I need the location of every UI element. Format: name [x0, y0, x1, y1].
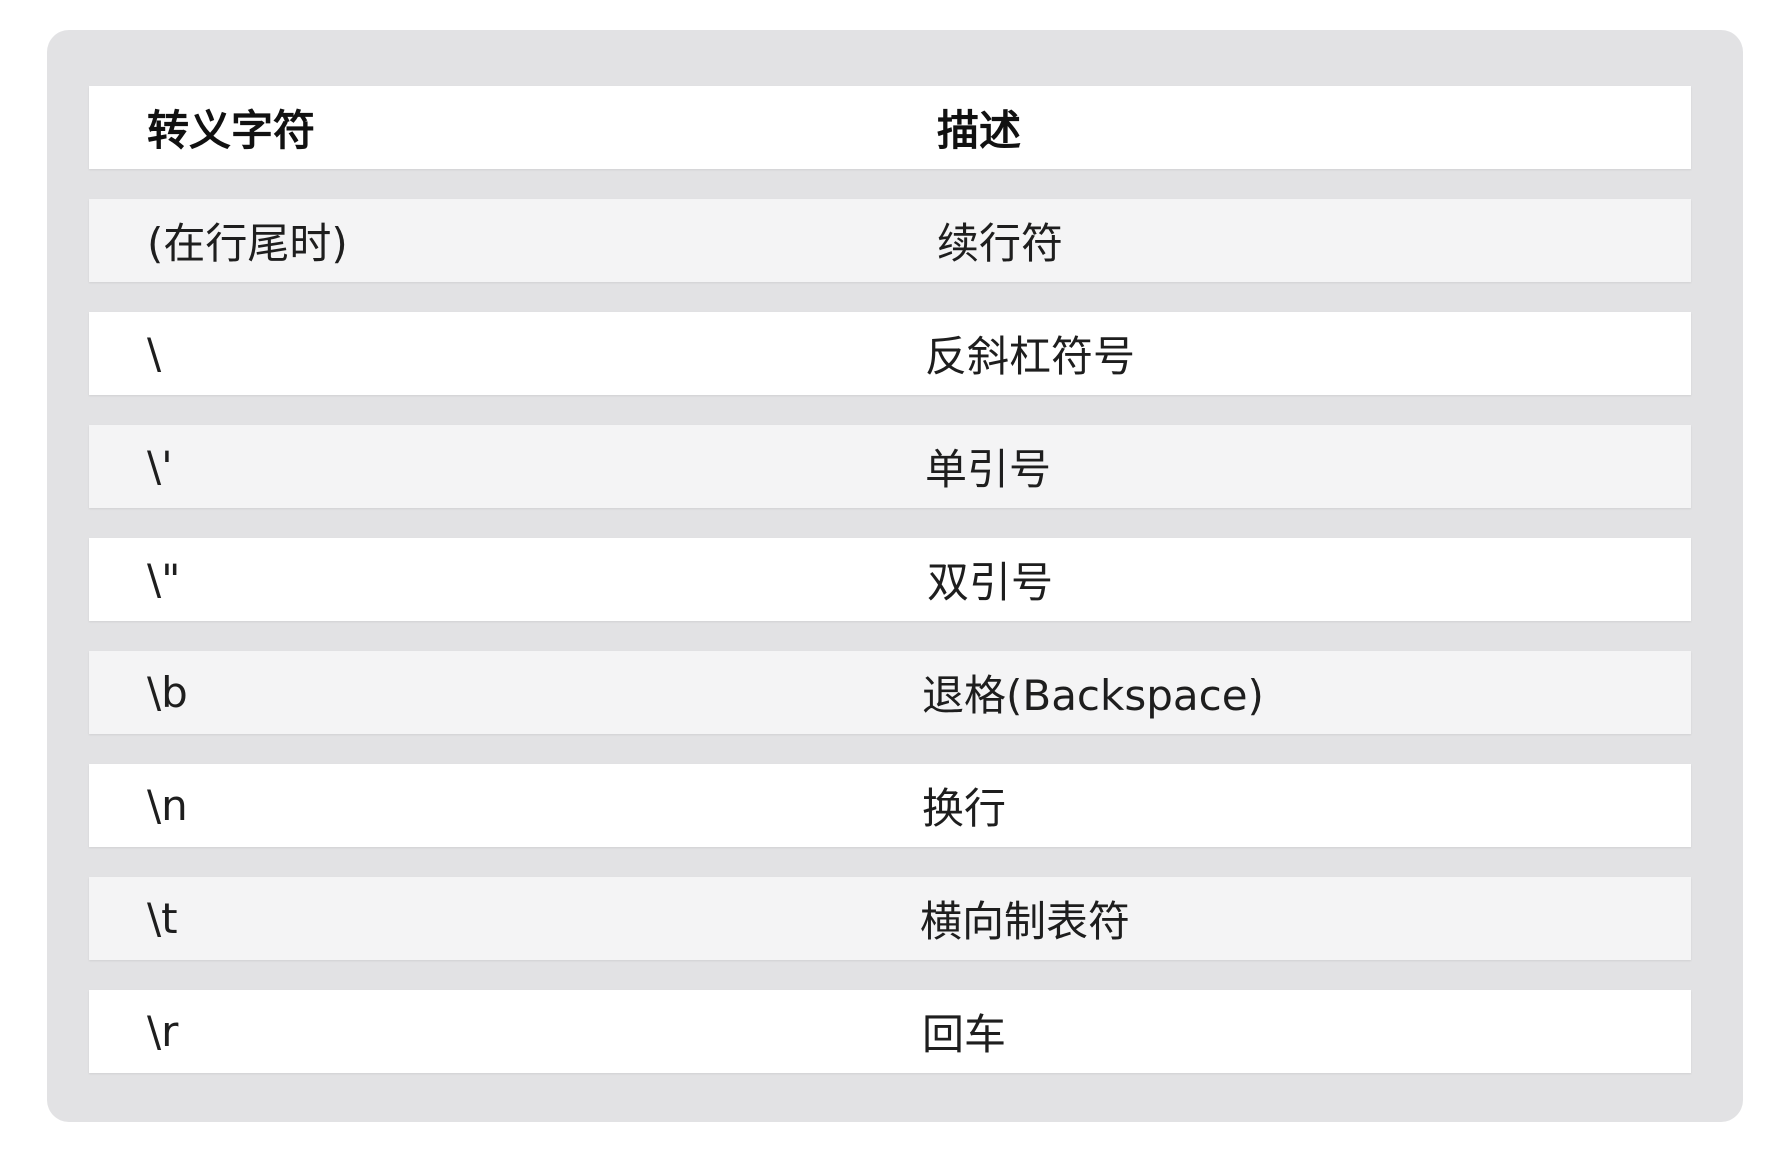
row-description: 双引号 — [927, 558, 1054, 607]
row-description: 反斜杠符号 — [925, 332, 1136, 381]
row-description: 换行 — [922, 784, 1007, 833]
row-code: \n — [147, 781, 188, 830]
row-code: \b — [147, 668, 188, 717]
escape-characters-table: 转义字符 描述 (在行尾时) 续行符 \ 反斜杠符号 \' 单引号 \" 双引号… — [89, 86, 1691, 1103]
row-code: \ — [147, 329, 162, 378]
table-header-row: 转义字符 描述 — [89, 86, 1691, 169]
row-description: 退格(Backspace) — [922, 671, 1264, 720]
table-row: \n 换行 — [89, 764, 1691, 847]
row-description: 单引号 — [925, 445, 1052, 494]
row-description: 横向制表符 — [920, 897, 1131, 946]
row-code: \' — [147, 442, 173, 491]
table-row: \r 回车 — [89, 990, 1691, 1073]
row-description: 续行符 — [937, 219, 1064, 268]
table-row: \b 退格(Backspace) — [89, 651, 1691, 734]
table-row: \' 单引号 — [89, 425, 1691, 508]
row-code: (在行尾时) — [147, 219, 348, 268]
table-panel: 转义字符 描述 (在行尾时) 续行符 \ 反斜杠符号 \' 单引号 \" 双引号… — [47, 30, 1743, 1122]
header-escape-char: 转义字符 — [147, 106, 316, 155]
table-row: \ 反斜杠符号 — [89, 312, 1691, 395]
header-description: 描述 — [937, 106, 1022, 155]
row-description: 回车 — [922, 1010, 1007, 1059]
row-code: \r — [147, 1007, 179, 1056]
table-row: \" 双引号 — [89, 538, 1691, 621]
row-code: \" — [147, 555, 181, 604]
row-code: \t — [147, 894, 178, 943]
table-row: \t 横向制表符 — [89, 877, 1691, 960]
table-row: (在行尾时) 续行符 — [89, 199, 1691, 282]
